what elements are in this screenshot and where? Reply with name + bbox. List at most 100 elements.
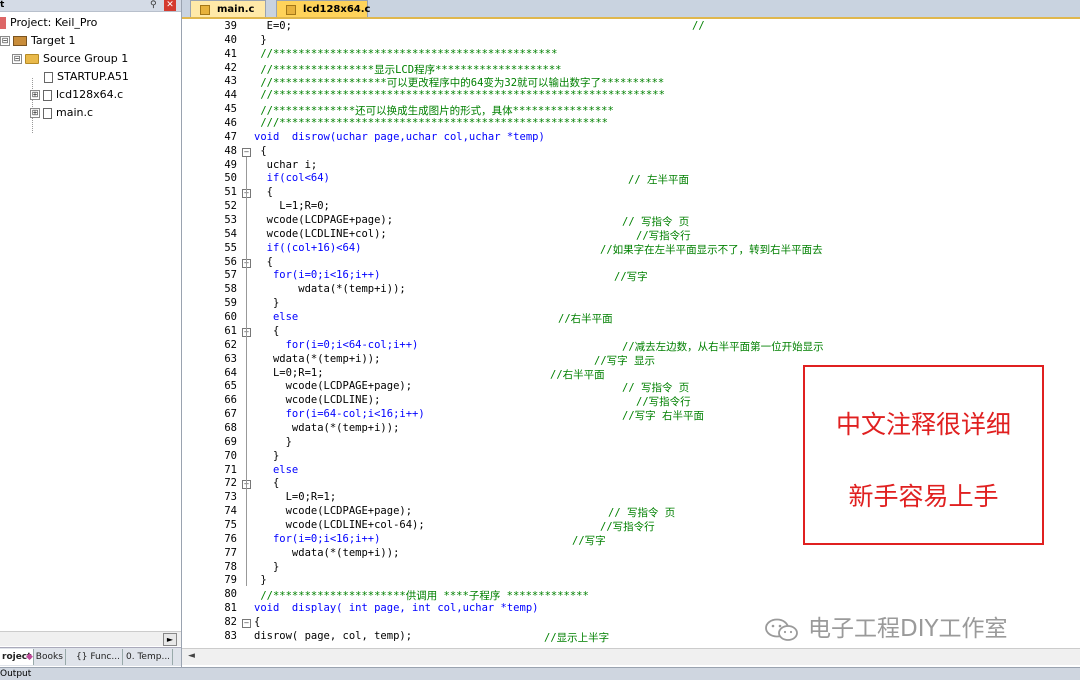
code-comment: // [692, 20, 705, 32]
editor-tab-bar: main.c lcd128x64.c [182, 0, 1080, 19]
tree-item-main[interactable]: ⊞ main.c [30, 104, 93, 122]
code-line: //*********************供调用 ****子程序 *****… [254, 590, 589, 603]
tab-functions[interactable]: {} Func... [74, 649, 123, 665]
line-number: 59 [224, 297, 237, 310]
expand-toggle[interactable]: ⊞ [30, 90, 40, 100]
watermark: 电子工程DIY工作室 [764, 612, 1008, 646]
tree-item-project[interactable]: Project: Keil_Pro [0, 14, 97, 32]
tree-item-startup[interactable]: STARTUP.A51 [44, 68, 129, 86]
code-line: uchar i; [254, 158, 318, 171]
line-number: 54 [224, 227, 237, 240]
code-comment: //写字 [572, 534, 606, 547]
tree-item-label: Project: Keil_Pro [10, 16, 98, 29]
collapse-toggle[interactable]: ⊟ [12, 54, 22, 64]
line-number: 45 [224, 103, 237, 116]
file-icon [286, 5, 296, 15]
code-line: void disrow(uchar page,uchar col,uchar *… [254, 130, 545, 143]
tree-item-target[interactable]: ⊟ Target 1 [0, 32, 76, 50]
code-line: } [254, 297, 280, 310]
line-number: 60 [224, 311, 237, 324]
fold-guide-line [246, 156, 247, 587]
code-line: L=1;R=0; [254, 200, 330, 213]
close-icon[interactable]: ✕ [164, 0, 176, 11]
code-comment: //写指令行 [600, 520, 655, 533]
code-editor[interactable]: 39 40 41 42 43 44 45 46 47 48 49 50 51 52 53 54 55 56 57 58… [182, 19, 1080, 648]
fold-toggle-icon[interactable]: − [242, 618, 251, 628]
tree-item-label: main.c [56, 106, 94, 119]
code-comment: //显示上半字 [544, 631, 610, 644]
tab-lcd128x64-c[interactable]: lcd128x64.c [276, 0, 370, 17]
code-line: //**************************************… [254, 47, 558, 60]
line-number: 39 [224, 20, 237, 32]
annotation-line-1: 中文注释很详细 [835, 410, 1011, 439]
annotation-line-2: 新手容易上手 [848, 482, 999, 511]
tab-label: Func... [90, 652, 120, 662]
tab-templates[interactable]: 0. Temp... [124, 649, 174, 665]
line-number: 69 [224, 435, 237, 448]
file-icon [43, 89, 52, 101]
line-number: 80 [224, 588, 237, 601]
tree-item-lcd128x64[interactable]: ⊞ lcd128x64.c [30, 86, 123, 104]
functions-icon: {} [76, 652, 88, 662]
code-line: wcode(LCDLINE); [254, 394, 381, 407]
pin-icon[interactable]: ⚲ [150, 0, 157, 11]
code-line: wdata(*(temp+i)); [254, 352, 381, 365]
scroll-right-arrow-icon[interactable]: ► [163, 633, 177, 646]
panel-horizontal-scrollbar[interactable]: ► [0, 631, 181, 646]
editor-horizontal-scrollbar[interactable]: ◄ [182, 648, 1080, 665]
code-line: { [254, 477, 280, 490]
panel-tab-strip: roject ◆ Books {} Func... 0. Temp... [0, 647, 181, 666]
collapse-toggle[interactable]: ⊟ [0, 36, 10, 46]
line-number: 62 [224, 338, 237, 351]
line-number: 44 [224, 89, 237, 102]
code-line: wcode(LCDLINE+col); [254, 227, 387, 240]
line-number: 48 [224, 144, 237, 157]
project-icon [0, 17, 6, 29]
code-line: wdata(*(temp+i)); [254, 546, 400, 559]
code-line: disrow( page, col, temp); [254, 629, 413, 642]
tree-item-label: STARTUP.A51 [57, 70, 129, 83]
code-line: wcode(LCDLINE+col-64); [254, 518, 425, 531]
code-comment: //如果字在左半平面显示不了，转到右半平面去 [600, 243, 823, 256]
tab-main-c[interactable]: main.c [190, 0, 266, 17]
tree-item-label: Target 1 [31, 34, 76, 47]
line-number: 73 [224, 491, 237, 504]
line-number: 81 [224, 602, 237, 615]
project-panel-titlebar: t ⚲ ✕ [0, 0, 181, 12]
tab-books[interactable]: ◆ Books [24, 649, 66, 665]
code-comment: //写字 [614, 271, 648, 284]
file-icon [200, 5, 210, 15]
line-number: 63 [224, 352, 237, 365]
output-label[interactable]: Output [0, 669, 31, 679]
line-number: 53 [224, 214, 237, 227]
output-bar: Output [0, 667, 1080, 680]
fold-toggle-icon[interactable]: − [242, 147, 251, 157]
line-number: 76 [224, 532, 237, 545]
code-line: { [254, 255, 273, 268]
code-line: wdata(*(temp+i)); [254, 283, 406, 296]
line-number: 75 [224, 518, 237, 531]
line-number: 74 [224, 505, 237, 518]
line-number: 68 [224, 421, 237, 434]
code-line: wdata(*(temp+i)); [254, 421, 400, 434]
code-line: wcode(LCDPAGE+page); [254, 505, 413, 518]
code-line: ///*************************************… [254, 117, 609, 130]
code-comment: //写字 显示 [594, 354, 655, 367]
line-number: 58 [224, 283, 237, 296]
code-line: { [254, 615, 261, 628]
code-comment: //写字 右半平面 [622, 410, 704, 423]
code-line: wcode(LCDPAGE+page); [254, 214, 394, 227]
line-number: 47 [224, 130, 237, 143]
expand-toggle[interactable]: ⊞ [30, 108, 40, 118]
tree-item-source-group[interactable]: ⊟ Source Group 1 [12, 50, 128, 68]
templates-icon: 0. [126, 652, 135, 662]
line-number: 57 [224, 269, 237, 282]
tab-label: main.c [217, 4, 255, 15]
line-number: 66 [224, 394, 237, 407]
code-line: { [254, 144, 267, 157]
file-icon [44, 71, 53, 83]
project-panel: t ⚲ ✕ Project: Keil_Pro ⊟ Target 1 ⊟ Sourc… [0, 0, 182, 679]
tab-label: Temp... [137, 652, 171, 662]
line-number: 43 [224, 75, 237, 88]
scroll-left-arrow-icon[interactable]: ◄ [188, 651, 195, 661]
